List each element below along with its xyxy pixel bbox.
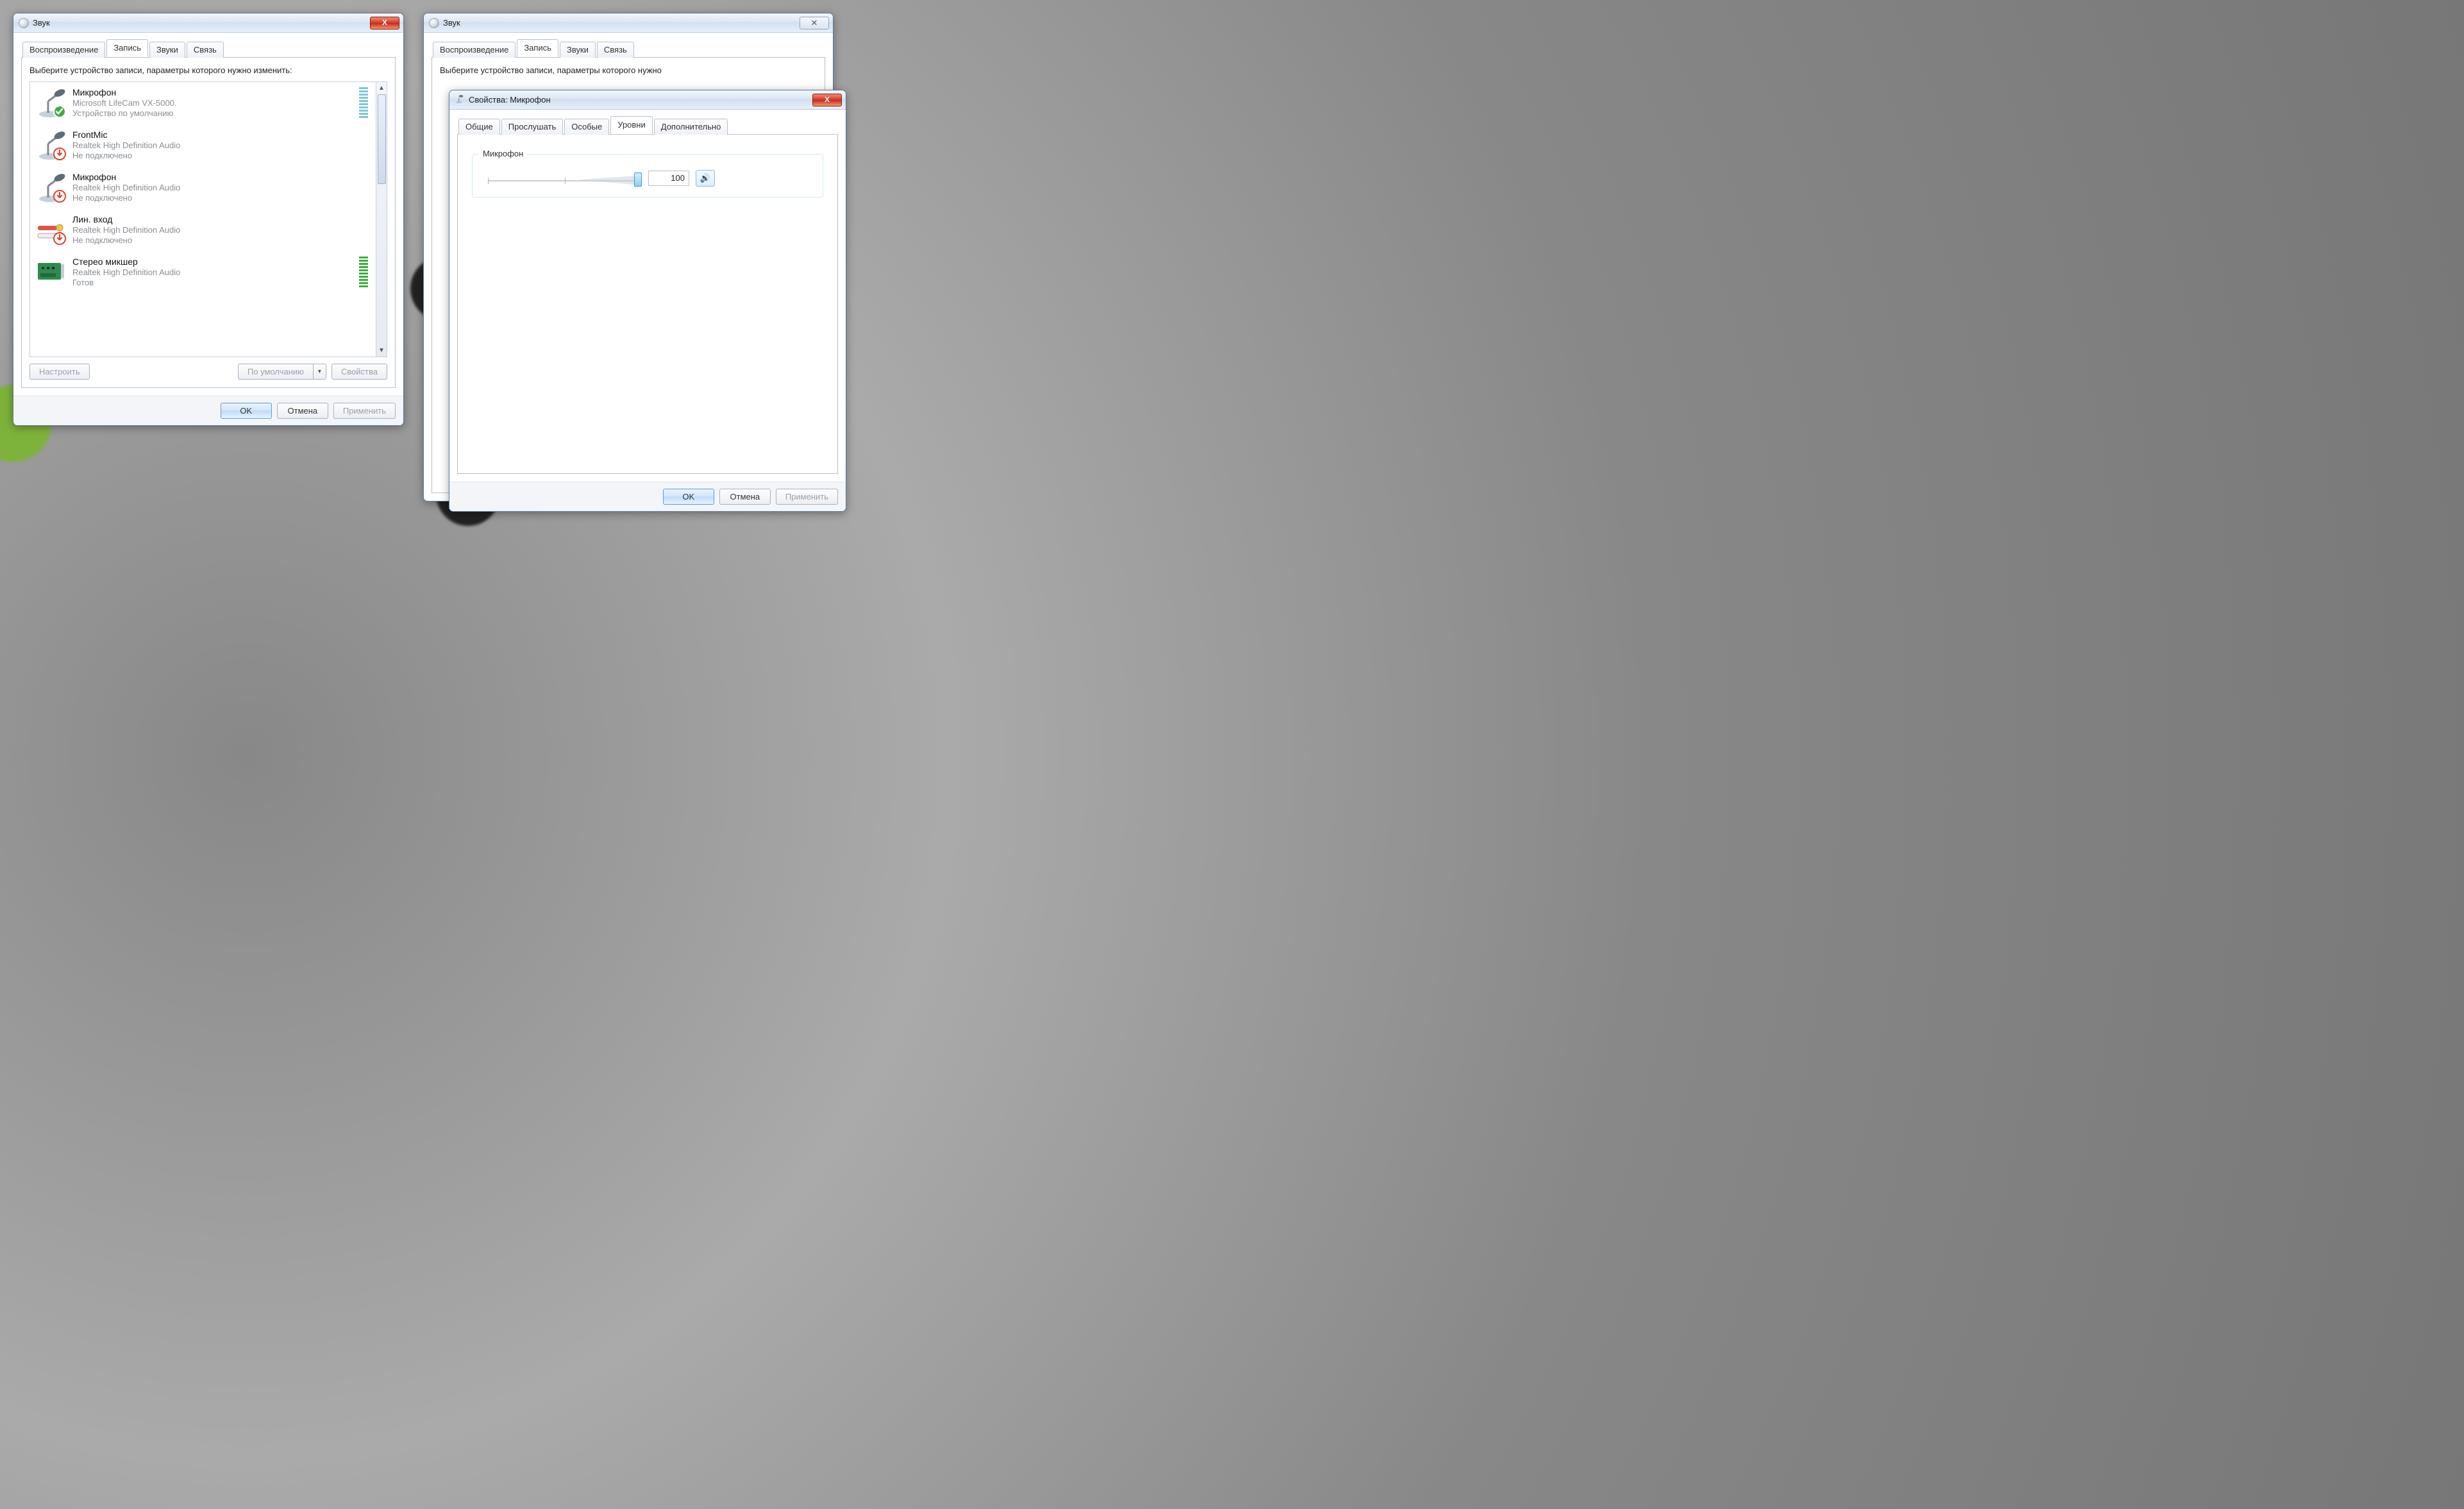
device-icon — [35, 214, 66, 245]
tab-advanced[interactable]: Дополнительно — [654, 119, 728, 135]
speaker-icon: 🔊 — [700, 173, 710, 183]
device-row[interactable]: МикрофонRealtek High Definition AudioНе … — [30, 167, 376, 209]
tab-recording[interactable]: Запись — [517, 39, 558, 57]
close-button[interactable]: X — [812, 94, 842, 106]
mute-button[interactable]: 🔊 — [696, 170, 715, 187]
tab-page-recording: Выберите устройство записи, параметры ко… — [21, 57, 396, 388]
device-row[interactable]: Стерео микшерRealtek High Definition Aud… — [30, 251, 376, 294]
app-icon — [429, 18, 439, 28]
cancel-button[interactable]: Отмена — [277, 403, 328, 419]
scroll-down-icon[interactable]: ▼ — [378, 346, 385, 355]
scroll-thumb[interactable] — [378, 94, 386, 184]
device-driver: Microsoft LifeCam VX-5000. — [72, 98, 353, 108]
tab-playback[interactable]: Воспроизведение — [22, 42, 105, 58]
device-row[interactable]: МикрофонMicrosoft LifeCam VX-5000.Устрой… — [30, 82, 376, 124]
slider-thumb[interactable] — [634, 173, 642, 187]
mic-icon — [455, 94, 465, 106]
tab-sounds[interactable]: Звуки — [149, 42, 185, 58]
device-list: МикрофонMicrosoft LifeCam VX-5000.Устрой… — [29, 81, 387, 357]
tab-communications[interactable]: Связь — [597, 42, 634, 58]
cancel-button[interactable]: Отмена — [719, 489, 771, 505]
tab-communications[interactable]: Связь — [187, 42, 224, 58]
device-status: Готов — [72, 278, 353, 287]
window-title: Звук — [443, 18, 460, 28]
titlebar[interactable]: Звук ✕ — [424, 13, 833, 33]
device-status: Устройство по умолчанию — [72, 108, 353, 118]
device-status: Не подключено — [72, 151, 371, 160]
window-title: Звук — [33, 18, 50, 28]
apply-button[interactable]: Применить — [333, 403, 396, 419]
device-status: Не подключено — [72, 235, 371, 245]
mic-level-value[interactable]: 100 — [648, 171, 689, 186]
tab-general[interactable]: Общие — [458, 119, 500, 135]
device-name: FrontMic — [72, 130, 371, 140]
device-icon — [35, 130, 66, 160]
properties-button[interactable]: Свойства — [331, 364, 387, 380]
tab-recording[interactable]: Запись — [106, 39, 148, 57]
device-driver: Realtek High Definition Audio — [72, 225, 371, 235]
device-icon — [35, 257, 66, 287]
close-button[interactable]: ✕ — [800, 17, 829, 30]
tab-page-levels: Микрофон 100 🔊 — [457, 134, 838, 474]
scroll-up-icon[interactable]: ▲ — [378, 83, 385, 93]
device-name: Стерео микшер — [72, 257, 353, 267]
set-default-split-button[interactable]: По умолчанию ▾ — [238, 364, 326, 380]
device-row[interactable]: Лин. входRealtek High Definition AudioНе… — [30, 209, 376, 251]
tabstrip: Общие Прослушать Особые Уровни Дополните… — [457, 116, 838, 135]
mic-level-group: Микрофон 100 🔊 — [472, 154, 823, 198]
window-title: Свойства: Микрофон — [469, 95, 551, 105]
device-icon — [35, 87, 66, 118]
ok-button[interactable]: OK — [221, 403, 272, 419]
group-label: Микрофон — [479, 149, 527, 158]
device-driver: Realtek High Definition Audio — [72, 267, 353, 277]
device-row[interactable]: FrontMicRealtek High Definition AudioНе … — [30, 124, 376, 167]
device-driver: Realtek High Definition Audio — [72, 183, 371, 192]
tab-levels[interactable]: Уровни — [610, 116, 652, 134]
tabstrip: Воспроизведение Запись Звуки Связь — [432, 39, 825, 58]
device-name: Микрофон — [72, 87, 353, 97]
tab-listen[interactable]: Прослушать — [501, 119, 564, 135]
tab-custom[interactable]: Особые — [564, 119, 609, 135]
dialog-footer: OK Отмена Применить — [13, 396, 403, 425]
level-meter — [359, 257, 368, 287]
device-name: Микрофон — [72, 172, 371, 182]
sound-dialog-left: Звук X Воспроизведение Запись Звуки Связ… — [13, 13, 404, 426]
device-name: Лин. вход — [72, 214, 371, 224]
configure-button[interactable]: Настроить — [29, 364, 90, 380]
close-button[interactable]: X — [370, 17, 399, 30]
device-status: Не подключено — [72, 193, 371, 203]
tab-sounds[interactable]: Звуки — [560, 42, 596, 58]
hint-text: Выберите устройство записи, параметры ко… — [440, 65, 817, 76]
hint-text: Выберите устройство записи, параметры ко… — [29, 65, 387, 76]
scrollbar[interactable]: ▲ ▼ — [376, 82, 387, 357]
level-meter — [359, 87, 368, 118]
device-driver: Realtek High Definition Audio — [72, 140, 371, 150]
device-icon — [35, 172, 66, 203]
mic-level-slider[interactable] — [488, 169, 642, 188]
tabstrip: Воспроизведение Запись Звуки Связь — [21, 39, 396, 58]
set-default-dropdown[interactable]: ▾ — [314, 364, 326, 380]
mic-properties-dialog: Свойства: Микрофон X Общие Прослушать Ос… — [449, 90, 846, 512]
app-icon — [19, 18, 29, 28]
titlebar[interactable]: Звук X — [13, 13, 403, 33]
titlebar[interactable]: Свойства: Микрофон X — [449, 90, 846, 110]
tab-playback[interactable]: Воспроизведение — [433, 42, 515, 58]
apply-button[interactable]: Применить — [776, 489, 838, 505]
dialog-footer: OK Отмена Применить — [449, 482, 846, 511]
set-default-button[interactable]: По умолчанию — [238, 364, 314, 380]
ok-button[interactable]: OK — [663, 489, 714, 505]
